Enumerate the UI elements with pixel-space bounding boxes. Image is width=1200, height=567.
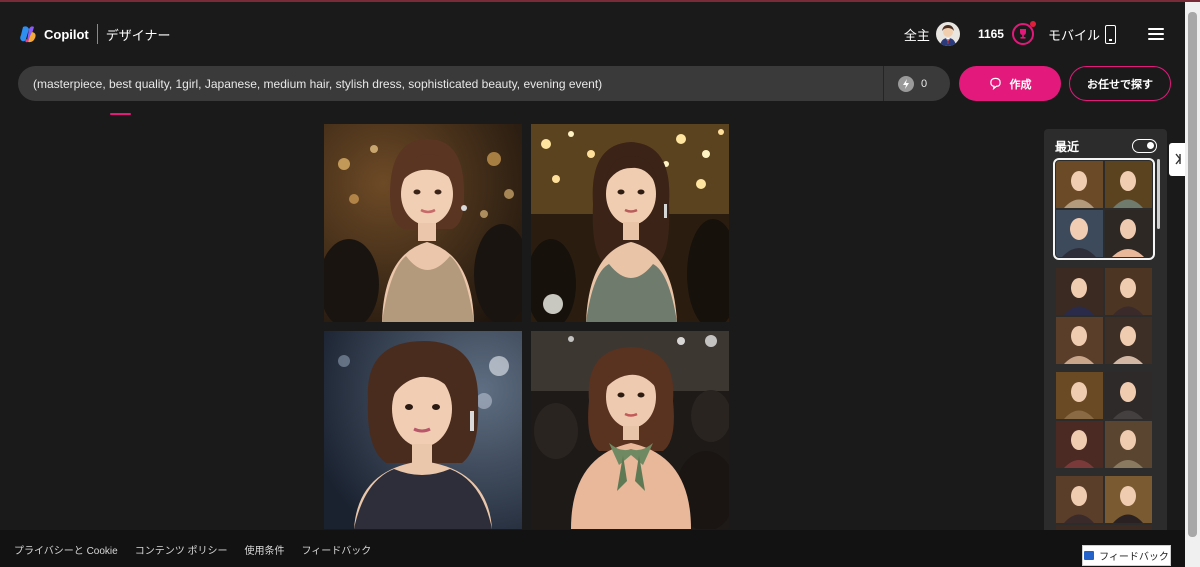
menu-icon[interactable]: [1148, 28, 1164, 40]
create-label: 作成: [1009, 78, 1032, 91]
create-icon: [989, 77, 1001, 90]
boost-icon: [898, 75, 914, 92]
prompt-input[interactable]: [33, 66, 883, 101]
recent-title: 最近: [1055, 140, 1080, 154]
footer-link-terms[interactable]: 使用条件: [245, 542, 285, 557]
footer-links: プライバシーと Cookie コンテンツ ポリシー 使用条件 フィードバック: [14, 542, 388, 557]
footer-link-privacy[interactable]: プライバシーと Cookie: [14, 542, 118, 557]
copilot-logo-icon: [20, 26, 36, 43]
page-scrollbar-thumb[interactable]: [1188, 12, 1197, 537]
header-right: 全主 1165 モバイル: [904, 20, 1185, 48]
prompt-bar: 0: [18, 66, 950, 101]
result-image-3[interactable]: [324, 331, 522, 529]
feedback-button[interactable]: フィードバック: [1082, 545, 1171, 566]
create-button[interactable]: 作成: [959, 66, 1061, 101]
surprise-me-button[interactable]: お任せで探す: [1069, 66, 1171, 101]
page-scrollbar[interactable]: [1185, 2, 1200, 567]
prompt-divider: [883, 66, 884, 101]
feedback-icon: [1084, 551, 1095, 560]
boost-counter[interactable]: 0: [898, 75, 927, 92]
product-name: デザイナー: [105, 27, 171, 43]
recent-panel: 最近: [1044, 129, 1167, 539]
coin-count: 1165: [977, 27, 1004, 41]
brand-divider: [96, 24, 98, 44]
mobile-label[interactable]: モバイル: [1048, 25, 1100, 44]
brand[interactable]: Copilot デザイナー: [18, 22, 171, 46]
avatar[interactable]: [935, 22, 960, 46]
footer-link-feedback[interactable]: フィードバック: [302, 542, 372, 557]
recent-item-1[interactable]: [1053, 158, 1155, 260]
user-name[interactable]: 全主: [904, 25, 930, 44]
result-image-1[interactable]: [324, 124, 522, 322]
brand-name: Copilot: [44, 26, 89, 42]
phone-icon[interactable]: [1105, 24, 1116, 44]
notification-dot: [1029, 21, 1036, 27]
recent-item-2[interactable]: [1056, 268, 1152, 364]
active-tab-indicator: [110, 113, 131, 115]
boost-count: 0: [921, 77, 928, 90]
toggle-knob: [1147, 142, 1154, 149]
recent-toggle[interactable]: [1132, 139, 1157, 153]
result-image-2[interactable]: [531, 124, 729, 322]
footer: プライバシーと Cookie コンテンツ ポリシー 使用条件 フィードバック フ…: [0, 530, 1185, 567]
recent-item-3[interactable]: [1056, 372, 1152, 468]
recent-scrollbar[interactable]: [1157, 159, 1160, 229]
result-image-4[interactable]: [531, 331, 729, 529]
reward-icon[interactable]: [1011, 21, 1036, 45]
footer-link-content-policy[interactable]: コンテンツ ポリシー: [135, 542, 228, 557]
feedback-label: フィードバック: [1099, 552, 1169, 563]
header: Copilot デザイナー 全主 1165 モバイル: [0, 2, 1185, 62]
